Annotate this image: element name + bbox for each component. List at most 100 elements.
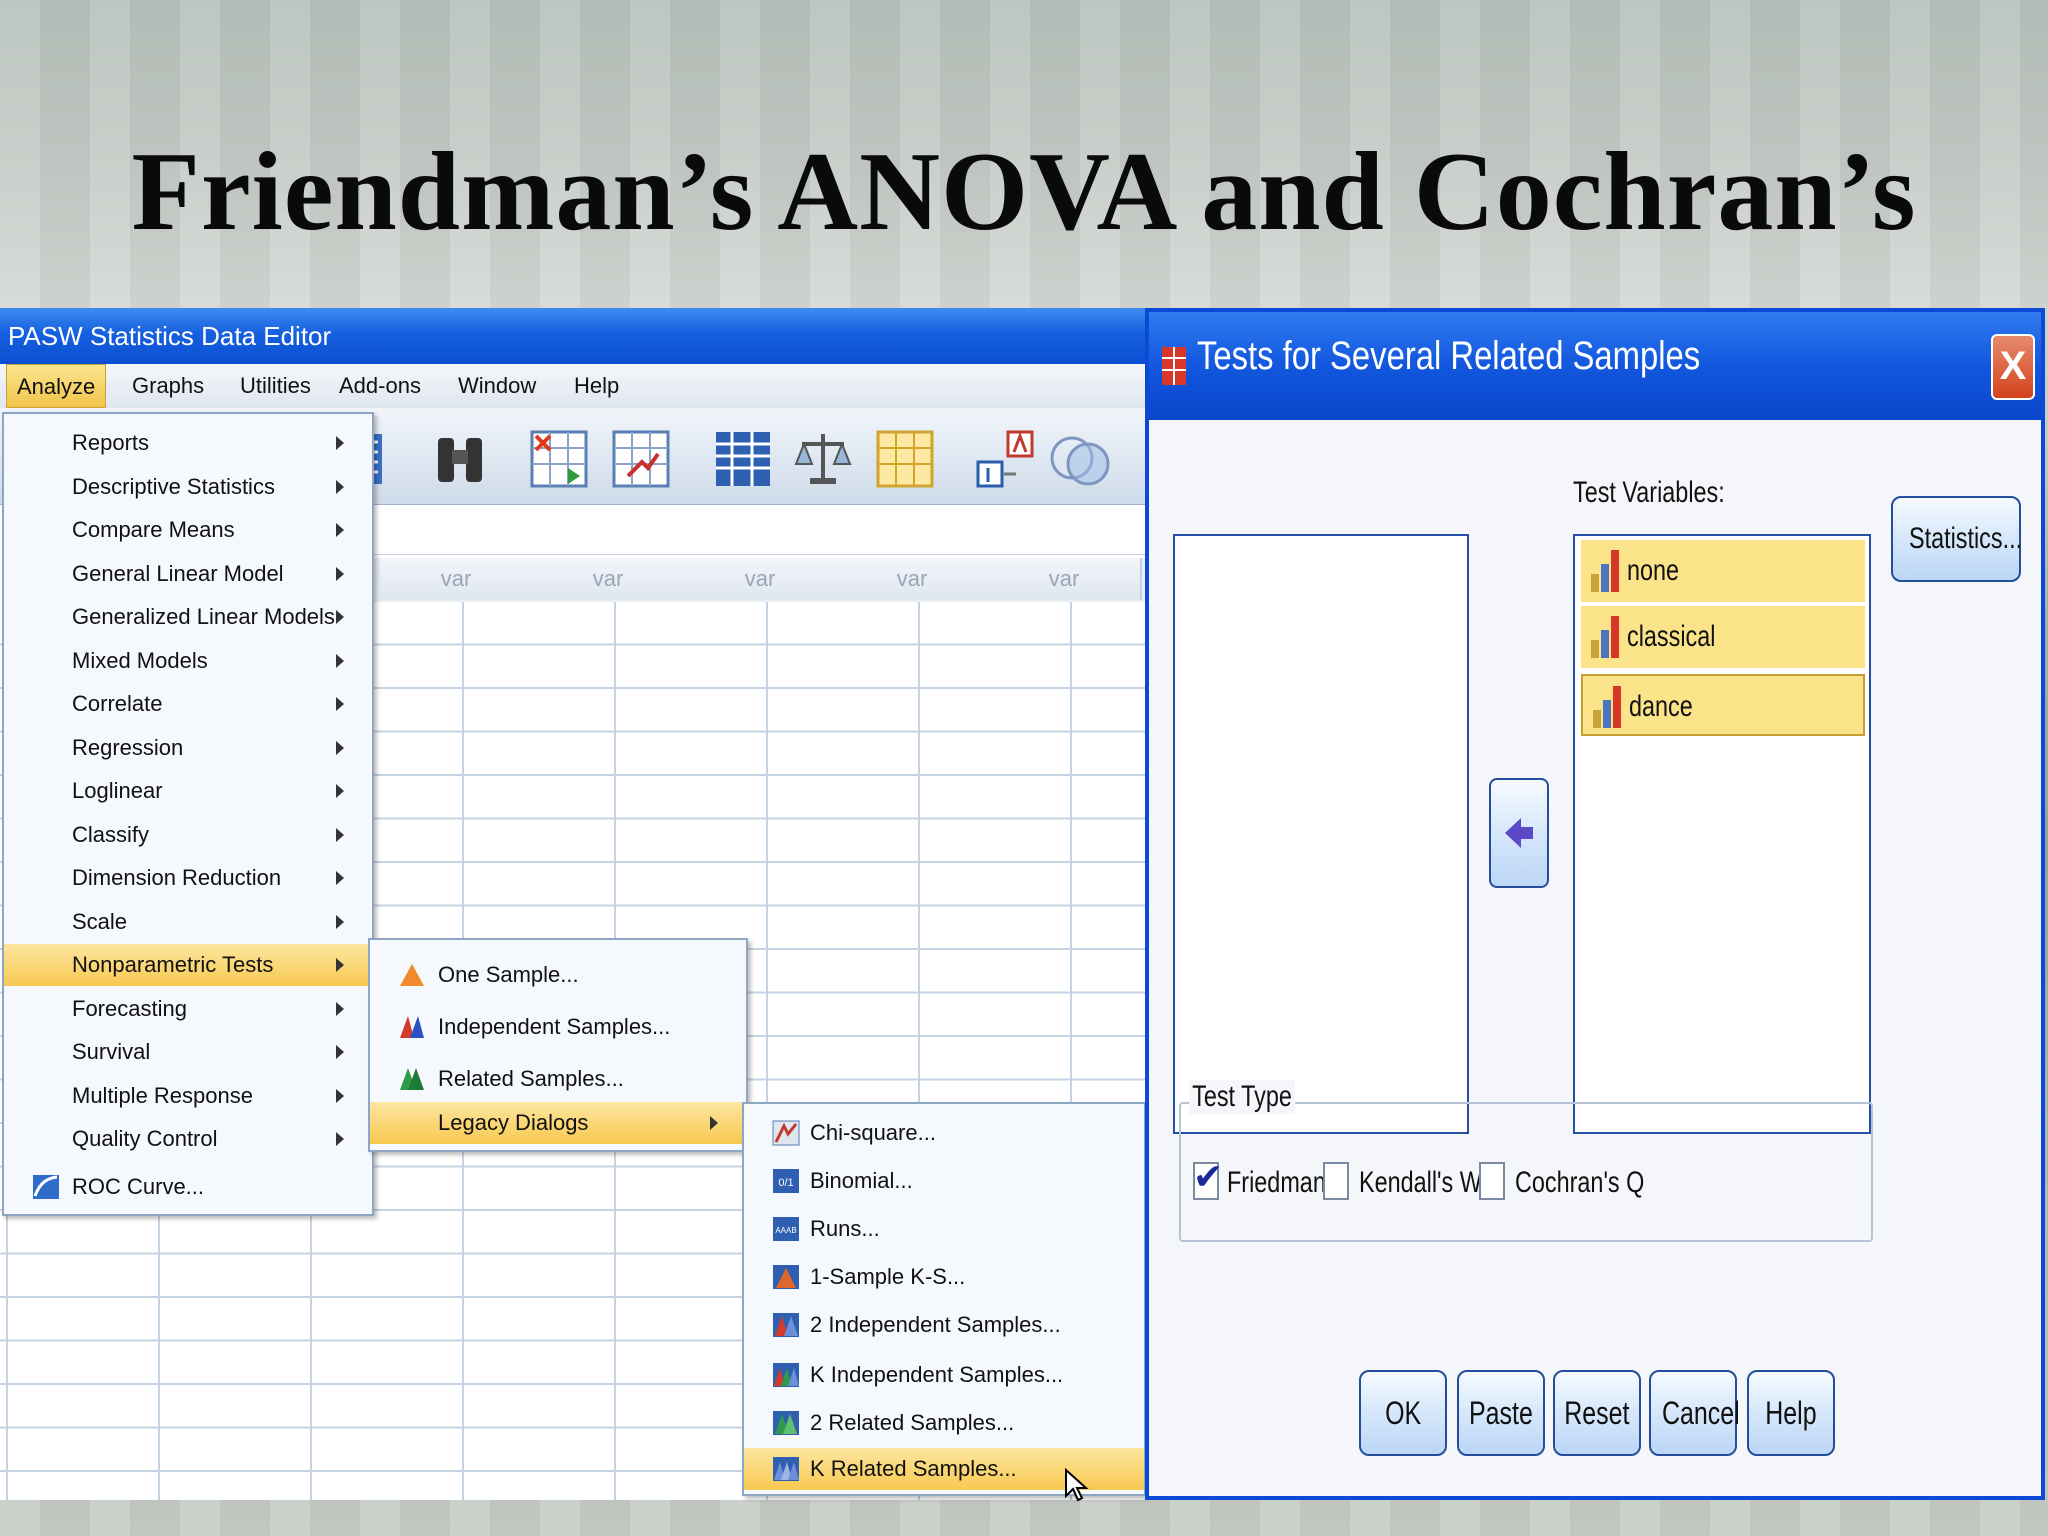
- submenu-arrow-icon: [336, 436, 344, 450]
- menu-item-runs[interactable]: AAAB Runs...: [744, 1208, 1144, 1250]
- menu-item-classify[interactable]: Classify: [4, 814, 372, 856]
- menu-item-loglinear[interactable]: Loglinear: [4, 770, 372, 812]
- menu-help[interactable]: Help: [564, 364, 629, 408]
- list-item-variable[interactable]: none: [1581, 540, 1865, 602]
- select-cases-icon[interactable]: [874, 428, 936, 490]
- submenu-arrow-icon: [336, 958, 344, 972]
- menu-item-2-related-samples[interactable]: 2 Related Samples...: [744, 1402, 1144, 1444]
- column-header[interactable]: var: [988, 558, 1142, 600]
- menu-item-multiple-response[interactable]: Multiple Response: [4, 1075, 372, 1117]
- menu-item-related-samples[interactable]: Related Samples...: [370, 1058, 746, 1100]
- menu-item-correlate[interactable]: Correlate: [4, 683, 372, 725]
- scale-variable-icon: [1593, 686, 1621, 728]
- ok-button[interactable]: OK: [1359, 1370, 1447, 1456]
- binoculars-icon[interactable]: [430, 428, 492, 490]
- cancel-button[interactable]: Cancel: [1649, 1370, 1740, 1456]
- column-header[interactable]: var: [532, 558, 686, 600]
- submenu-arrow-icon: [336, 1045, 344, 1059]
- source-variable-list[interactable]: [1173, 534, 1469, 1134]
- menu-item-binomial[interactable]: 0/1 Binomial...: [744, 1160, 1144, 1202]
- kendalls-w-checkbox[interactable]: [1323, 1162, 1349, 1200]
- menu-item-chi-square[interactable]: Chi-square...: [744, 1112, 1144, 1154]
- independent-samples-icon: [400, 1016, 424, 1038]
- slide-title: Friendman’s ANOVA and Cochran’s: [131, 130, 1917, 254]
- k-related-samples-icon: [773, 1457, 799, 1481]
- menu-item-mixed-models[interactable]: Mixed Models: [4, 640, 372, 682]
- column-header-row: var var var var var: [370, 558, 1145, 602]
- move-variable-button[interactable]: [1489, 778, 1549, 888]
- menu-item-2-independent-samples[interactable]: 2 Independent Samples...: [744, 1304, 1144, 1346]
- submenu-arrow-icon: [336, 828, 344, 842]
- pasw-title-bar: PASW Statistics Data Editor: [0, 308, 1145, 364]
- variable-sets-icon[interactable]: [974, 428, 1036, 490]
- dialog-app-icon: [1162, 347, 1186, 385]
- svg-text:AAAB: AAAB: [775, 1226, 796, 1235]
- test-type-label: Test Type: [1189, 1080, 1295, 1114]
- menu-item-descriptive-statistics[interactable]: Descriptive Statistics: [4, 466, 372, 508]
- submenu-arrow-icon: [336, 741, 344, 755]
- reset-button[interactable]: Reset: [1553, 1370, 1641, 1456]
- menu-item-k-independent-samples[interactable]: K Independent Samples...: [744, 1354, 1144, 1396]
- split-file-icon[interactable]: [610, 428, 672, 490]
- column-header[interactable]: var: [380, 558, 534, 600]
- close-button[interactable]: X: [1991, 334, 2035, 400]
- two-related-samples-icon: [773, 1411, 799, 1435]
- roc-curve-icon: [33, 1175, 59, 1199]
- cell-editor-bar[interactable]: [370, 508, 1145, 555]
- menu-item-one-sample[interactable]: One Sample...: [370, 954, 746, 996]
- menu-item-independent-samples[interactable]: Independent Samples...: [370, 1006, 746, 1048]
- menu-window[interactable]: Window: [448, 364, 546, 408]
- menu-addons[interactable]: Add-ons: [329, 364, 431, 408]
- submenu-arrow-icon: [336, 1089, 344, 1103]
- menu-item-survival[interactable]: Survival: [4, 1031, 372, 1073]
- analyze-menu: Reports Descriptive Statistics Compare M…: [2, 412, 374, 1216]
- one-sample-icon: [400, 964, 424, 986]
- nonparametric-submenu: One Sample... Independent Samples... Rel…: [368, 938, 748, 1152]
- dialog-title-bar: Tests for Several Related Samples X: [1149, 312, 2041, 420]
- friedman-label: Friedman: [1227, 1166, 1326, 1199]
- paste-button[interactable]: Paste: [1457, 1370, 1545, 1456]
- menu-item-regression[interactable]: Regression: [4, 727, 372, 769]
- submenu-arrow-icon: [336, 567, 344, 581]
- menu-item-compare-means[interactable]: Compare Means: [4, 509, 372, 551]
- menu-item-forecasting[interactable]: Forecasting: [4, 988, 372, 1030]
- menu-item-reports[interactable]: Reports: [4, 422, 372, 464]
- legacy-dialogs-submenu: Chi-square... 0/1 Binomial... AAAB Runs.…: [742, 1102, 1146, 1496]
- menu-item-scale[interactable]: Scale: [4, 901, 372, 943]
- one-sample-ks-icon: [773, 1265, 799, 1289]
- value-labels-icon[interactable]: [712, 428, 774, 490]
- cochrans-q-checkbox[interactable]: [1479, 1162, 1505, 1200]
- related-samples-icon: [400, 1068, 424, 1090]
- scale-variable-icon: [1591, 616, 1619, 658]
- menu-item-quality-control[interactable]: Quality Control: [4, 1118, 372, 1160]
- menu-item-dimension-reduction[interactable]: Dimension Reduction: [4, 857, 372, 899]
- submenu-arrow-icon: [336, 480, 344, 494]
- chi-square-icon: [772, 1120, 800, 1146]
- statistics-button[interactable]: Statistics...: [1891, 496, 2022, 582]
- help-button[interactable]: Help: [1747, 1370, 1835, 1456]
- menu-item-general-linear-model[interactable]: General Linear Model: [4, 553, 372, 595]
- menu-utilities[interactable]: Utilities: [230, 364, 321, 408]
- weight-cases-icon[interactable]: [792, 428, 854, 490]
- column-header[interactable]: var: [684, 558, 838, 600]
- insert-cases-icon[interactable]: [528, 428, 590, 490]
- menu-item-legacy-dialogs[interactable]: Legacy Dialogs: [370, 1102, 746, 1144]
- k-independent-samples-icon: [773, 1363, 799, 1387]
- menu-item-roc-curve[interactable]: ROC Curve...: [4, 1166, 372, 1208]
- menu-item-1-sample-ks[interactable]: 1-Sample K-S...: [744, 1256, 1144, 1298]
- list-item-variable[interactable]: dance: [1581, 674, 1865, 736]
- test-variables-list[interactable]: none classical dance: [1573, 534, 1871, 1134]
- dialog-title: Tests for Several Related Samples: [1197, 334, 1701, 378]
- menu-item-nonparametric-tests[interactable]: Nonparametric Tests: [4, 944, 372, 986]
- menu-graphs[interactable]: Graphs: [122, 364, 214, 408]
- friedman-checkbox[interactable]: ✔: [1193, 1156, 1223, 1200]
- menu-analyze[interactable]: Analyze: [6, 364, 107, 408]
- venn-icon[interactable]: [1048, 428, 1110, 490]
- submenu-arrow-icon: [336, 610, 344, 624]
- pasw-menubar: Analyze Graphs Utilities Add-ons Window …: [0, 364, 1145, 409]
- cochrans-q-label: Cochran's Q: [1515, 1166, 1645, 1199]
- column-header[interactable]: var: [836, 558, 990, 600]
- list-item-variable[interactable]: classical: [1581, 606, 1865, 668]
- scale-variable-icon: [1591, 550, 1619, 592]
- menu-item-generalized-linear-models[interactable]: Generalized Linear Models: [4, 596, 372, 638]
